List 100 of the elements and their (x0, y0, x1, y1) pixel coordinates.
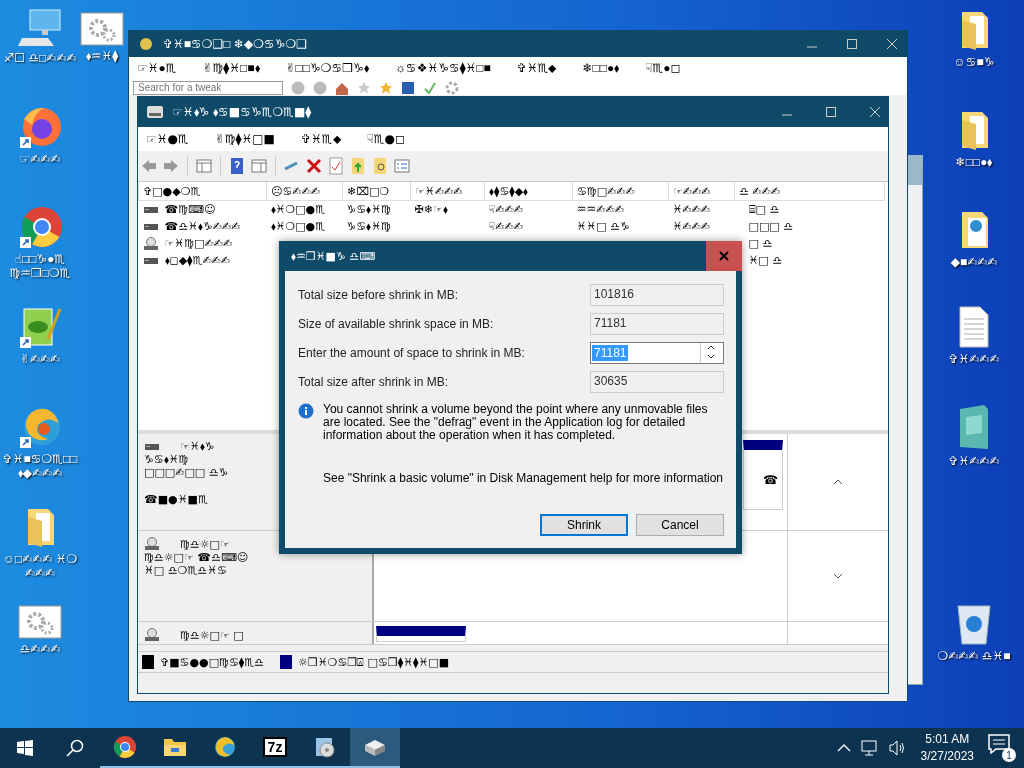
field-label: Size of available shrink space in MB: (298, 317, 495, 331)
clock[interactable]: 5:01 AM 3/27/2023 (920, 731, 974, 765)
chrome-icon (113, 735, 137, 759)
menu-item[interactable]: ✌□□♑❍♋❒♑⬧ (285, 61, 369, 75)
menu-item[interactable]: ❄□□●⬧ (582, 61, 620, 75)
column-header[interactable]: ☞✍✍✍ (668, 182, 735, 201)
star-icon[interactable] (357, 80, 371, 95)
legend-label: ☼❒♓❍♋❒⍓ □♋❒⧫♓⧫♓□■ (297, 655, 450, 669)
dialog-title: ⬧♒❒♓■♑ ♎⌨ (291, 249, 376, 263)
menu-item[interactable]: ✞♓♏⬥ (300, 132, 341, 146)
icon-label: ☝□□♑●♏ ♍♒❒□❍♏ (8, 252, 72, 280)
menu-item[interactable]: ☼♋❖♓♑♋⧫♓□■ (394, 61, 491, 75)
volume-name: ☎♍⌨☺ (164, 203, 216, 216)
chevron-up-icon[interactable] (836, 744, 851, 752)
close-button[interactable] (706, 241, 742, 271)
dialog-button[interactable]: Shrink (540, 514, 628, 536)
taskbar-app[interactable] (350, 728, 400, 768)
column-header[interactable]: ❄⌧□❍ (342, 182, 411, 201)
disk-info: □□□✍□□ ♎♑ (144, 466, 229, 479)
network-icon[interactable] (860, 740, 879, 756)
close-icon[interactable] (887, 39, 897, 49)
icon-label: ✌✍✍✍ (19, 352, 61, 366)
column-header[interactable]: ✞□●◆❍♏ (138, 182, 267, 201)
info-icon (298, 403, 314, 419)
disk-name: ♍♎☼□☞ □ (180, 628, 244, 642)
icon-label: ❄□□●⬧ (955, 155, 993, 169)
menu-item[interactable]: ☞♓●♏ (137, 61, 177, 75)
menu-item[interactable]: ✌♍⧫♓□■⬧ (202, 61, 260, 75)
properties-icon[interactable] (327, 157, 345, 175)
help-icon[interactable] (228, 157, 246, 175)
field-label: Enter the amount of space to shrink in MB: (298, 346, 526, 360)
cd-drive-icon (144, 537, 160, 551)
icon-label: ⬧♒♓⧫ (85, 49, 119, 63)
table-cell: ♓✍✍✍ (672, 203, 710, 216)
panel-icon[interactable] (250, 157, 268, 175)
swirl-browser-icon (214, 736, 236, 758)
disk-name: ☞♓⬧♑ (180, 440, 215, 453)
table-cell: ♓□ ♎ (748, 254, 783, 267)
table-cell: ♒♒✍✍✍ (576, 203, 624, 216)
house-icon[interactable] (335, 80, 349, 95)
checklist-icon[interactable] (393, 157, 411, 175)
cd-drive-icon (142, 236, 159, 251)
icon-label: ❍✍✍✍ ♎♓■ (937, 649, 1011, 663)
column-header[interactable]: ♋♍□✍✍✍ (572, 182, 669, 201)
field-label: Total size after shrink in MB: (298, 375, 450, 389)
column-header[interactable]: ♎ ✍✍✍ (734, 182, 885, 201)
scroll-down-icon[interactable] (833, 573, 843, 579)
partition-block[interactable] (376, 626, 466, 642)
table-cell: ♑♋⬧♓♍ (346, 220, 391, 233)
column-header[interactable]: ☹♋✍✍✍ (266, 182, 343, 201)
speaker-icon[interactable] (888, 740, 907, 756)
folder-icon (163, 736, 187, 758)
check-icon[interactable] (423, 80, 437, 95)
menu-item[interactable]: ☟♏●◻ (366, 132, 405, 146)
table-cell: ✠❄☞⬧ (414, 203, 448, 216)
drive-stack-icon (363, 737, 387, 757)
disk-info: ♍♎☼□☞ ☎♎⌨☺ (144, 551, 249, 564)
installer-icon (313, 735, 337, 759)
star-icon[interactable] (379, 80, 393, 95)
disk-info: ♓□ ♎❍♏♎♓♋ (144, 564, 227, 577)
taskbar-app[interactable]: 7z (250, 728, 300, 768)
window-title: ✞♓■♋❍❑□ ❄◆❍♋♑❍❑ (163, 37, 307, 51)
disk-name: ♍♎☼□☞ (180, 537, 230, 551)
icon-label: ◆■✍✍✍ (950, 255, 998, 269)
menu-item[interactable]: ✞♓♏⬥ (516, 61, 557, 75)
search-field[interactable]: Search for a tweak (133, 80, 283, 95)
readonly-field: 71181 (590, 313, 724, 335)
document-icon (956, 305, 992, 349)
volume-name: ⬧◻◆⧫♏✍✍✍ (164, 254, 231, 267)
table-cell: ⬧♓❍□●♏ (270, 203, 326, 216)
maximize-icon[interactable] (826, 107, 836, 117)
console-tree-icon[interactable] (195, 157, 213, 175)
gear-window-icon (18, 605, 62, 639)
disk-info: ♑♋⬧♓♍ (144, 453, 189, 466)
table-cell: ♓✍✍✍ (672, 220, 710, 233)
date-text: 3/27/2023 (920, 748, 974, 765)
globe-icon (139, 37, 153, 51)
arrow-box-icon[interactable] (401, 80, 415, 95)
delete-icon[interactable] (305, 157, 323, 175)
menu-item[interactable]: ☞♓●♏ (146, 132, 189, 146)
column-header[interactable]: ⬧⧫♋⧫◆⬧ (484, 182, 573, 201)
menu-item[interactable]: ☟♏●◻ (645, 61, 681, 75)
dialog-button[interactable]: Cancel (636, 514, 724, 536)
folder-search-icon[interactable] (371, 157, 389, 175)
icon-label: ✞♓■♋❍♏□□ ⬧◆✍✍✍ (1, 452, 79, 480)
maximize-icon[interactable] (847, 39, 857, 49)
table-cell: ♓♓□ ♎♑ (576, 220, 630, 233)
scroll-up-icon[interactable] (833, 479, 843, 485)
close-icon (719, 251, 729, 261)
gear-window-icon (80, 12, 124, 46)
column-header[interactable]: ☞♓✍✍✍ (410, 182, 485, 201)
icon-label: ☺♋■♑ (953, 55, 995, 69)
table-cell: ♑♋⬧♓♍ (346, 203, 391, 216)
menu-item[interactable]: ✌♍⧫♓□■ (214, 132, 275, 146)
volume-name: ☞♓♍□✍✍✍ (164, 237, 233, 250)
icon-label: ♐☐ ♎□✍✍✍ (3, 51, 77, 65)
readonly-field: 101816 (590, 284, 724, 306)
icon-label: ✞♓✍✍✍ (948, 454, 1000, 468)
close-icon[interactable] (870, 107, 880, 117)
drive-stack-icon (146, 104, 164, 120)
